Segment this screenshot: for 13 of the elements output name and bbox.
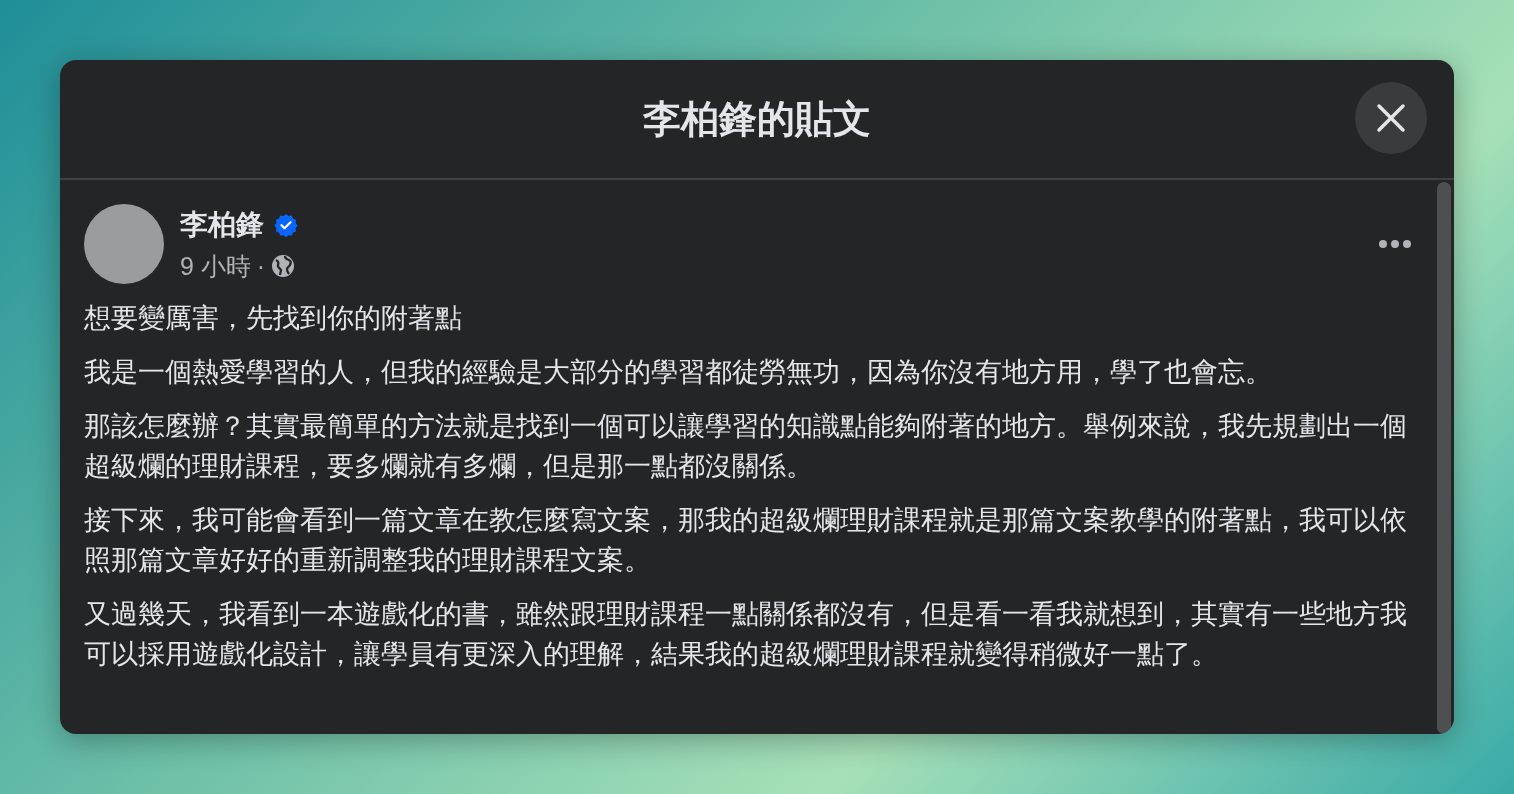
post-paragraph: 那該怎麼辦？其實最簡單的方法就是找到一個可以讓學習的知識點能夠附著的地方。舉例來說，我先規劃出一個超級爛的理財課程，要多爛就有多爛，但是那一點都沒關係。 [84,410,1408,483]
close-icon [1376,103,1406,133]
scrollbar[interactable] [1434,180,1454,734]
post-paragraph: 想要變厲害，先找到你的附著點 [84,302,463,335]
dialog-title: 李柏鋒的貼文 [643,96,871,142]
more-dots-icon [1378,239,1412,249]
post-paragraph: 又過幾天，我看到一本遊戲化的書，雖然跟理財課程一點關係都沒有，但是看一看我就想到，其實有一些地方我可以採用遊戲化設計，讓學員有更深入的理解，結果我的超級爛理財課程就變得稍微好一點了。 [84,598,1408,671]
separator-dot: · [256,251,266,281]
globe-icon [271,254,296,278]
post-paragraph: 接下來，我可能會看到一篇文章在教怎麼寫文案，那我的超級爛理財課程就是那篇文案教學的附著點，我可以依照那篇文章好好的重新調整我的理財課程文案。 [84,504,1408,577]
post-time[interactable]: 9 小時 [180,249,251,283]
author-name[interactable]: 李柏鋒 [180,205,264,244]
post-paragraph: 我是一個熱愛學習的人，但我的經驗是大部分的學習都徒勞無功，因為你沒有地方用，學了也會忘。 [84,356,1273,389]
